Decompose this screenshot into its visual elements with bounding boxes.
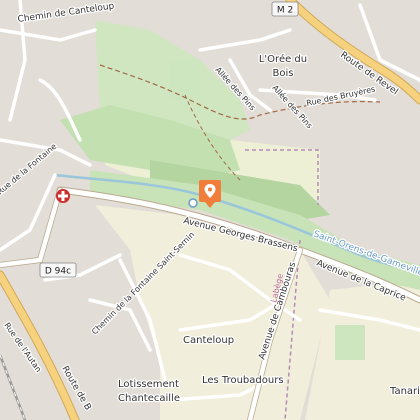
shield-d94c: D 94c [39, 262, 77, 278]
grass-patch [335, 325, 365, 360]
shield-m2: M 2 [271, 1, 299, 17]
place-label: Bois [273, 68, 294, 79]
grass-patch [170, 60, 200, 100]
medical-cross-icon[interactable] [56, 189, 70, 203]
place-label: Les Troubadours [202, 375, 284, 386]
map-view[interactable]: M 2 D 94c Chemin de Canteloup L'Orée du … [0, 0, 420, 420]
place-label: Tanaria [389, 386, 420, 397]
place-label: Lotissement [118, 379, 179, 390]
place-label: L'Orée du [259, 53, 307, 65]
svg-text:M 2: M 2 [277, 6, 293, 16]
svg-text:D 94c: D 94c [45, 267, 71, 277]
place-label: Chantecaille [118, 393, 180, 404]
place-label: Canteloup [183, 335, 234, 346]
